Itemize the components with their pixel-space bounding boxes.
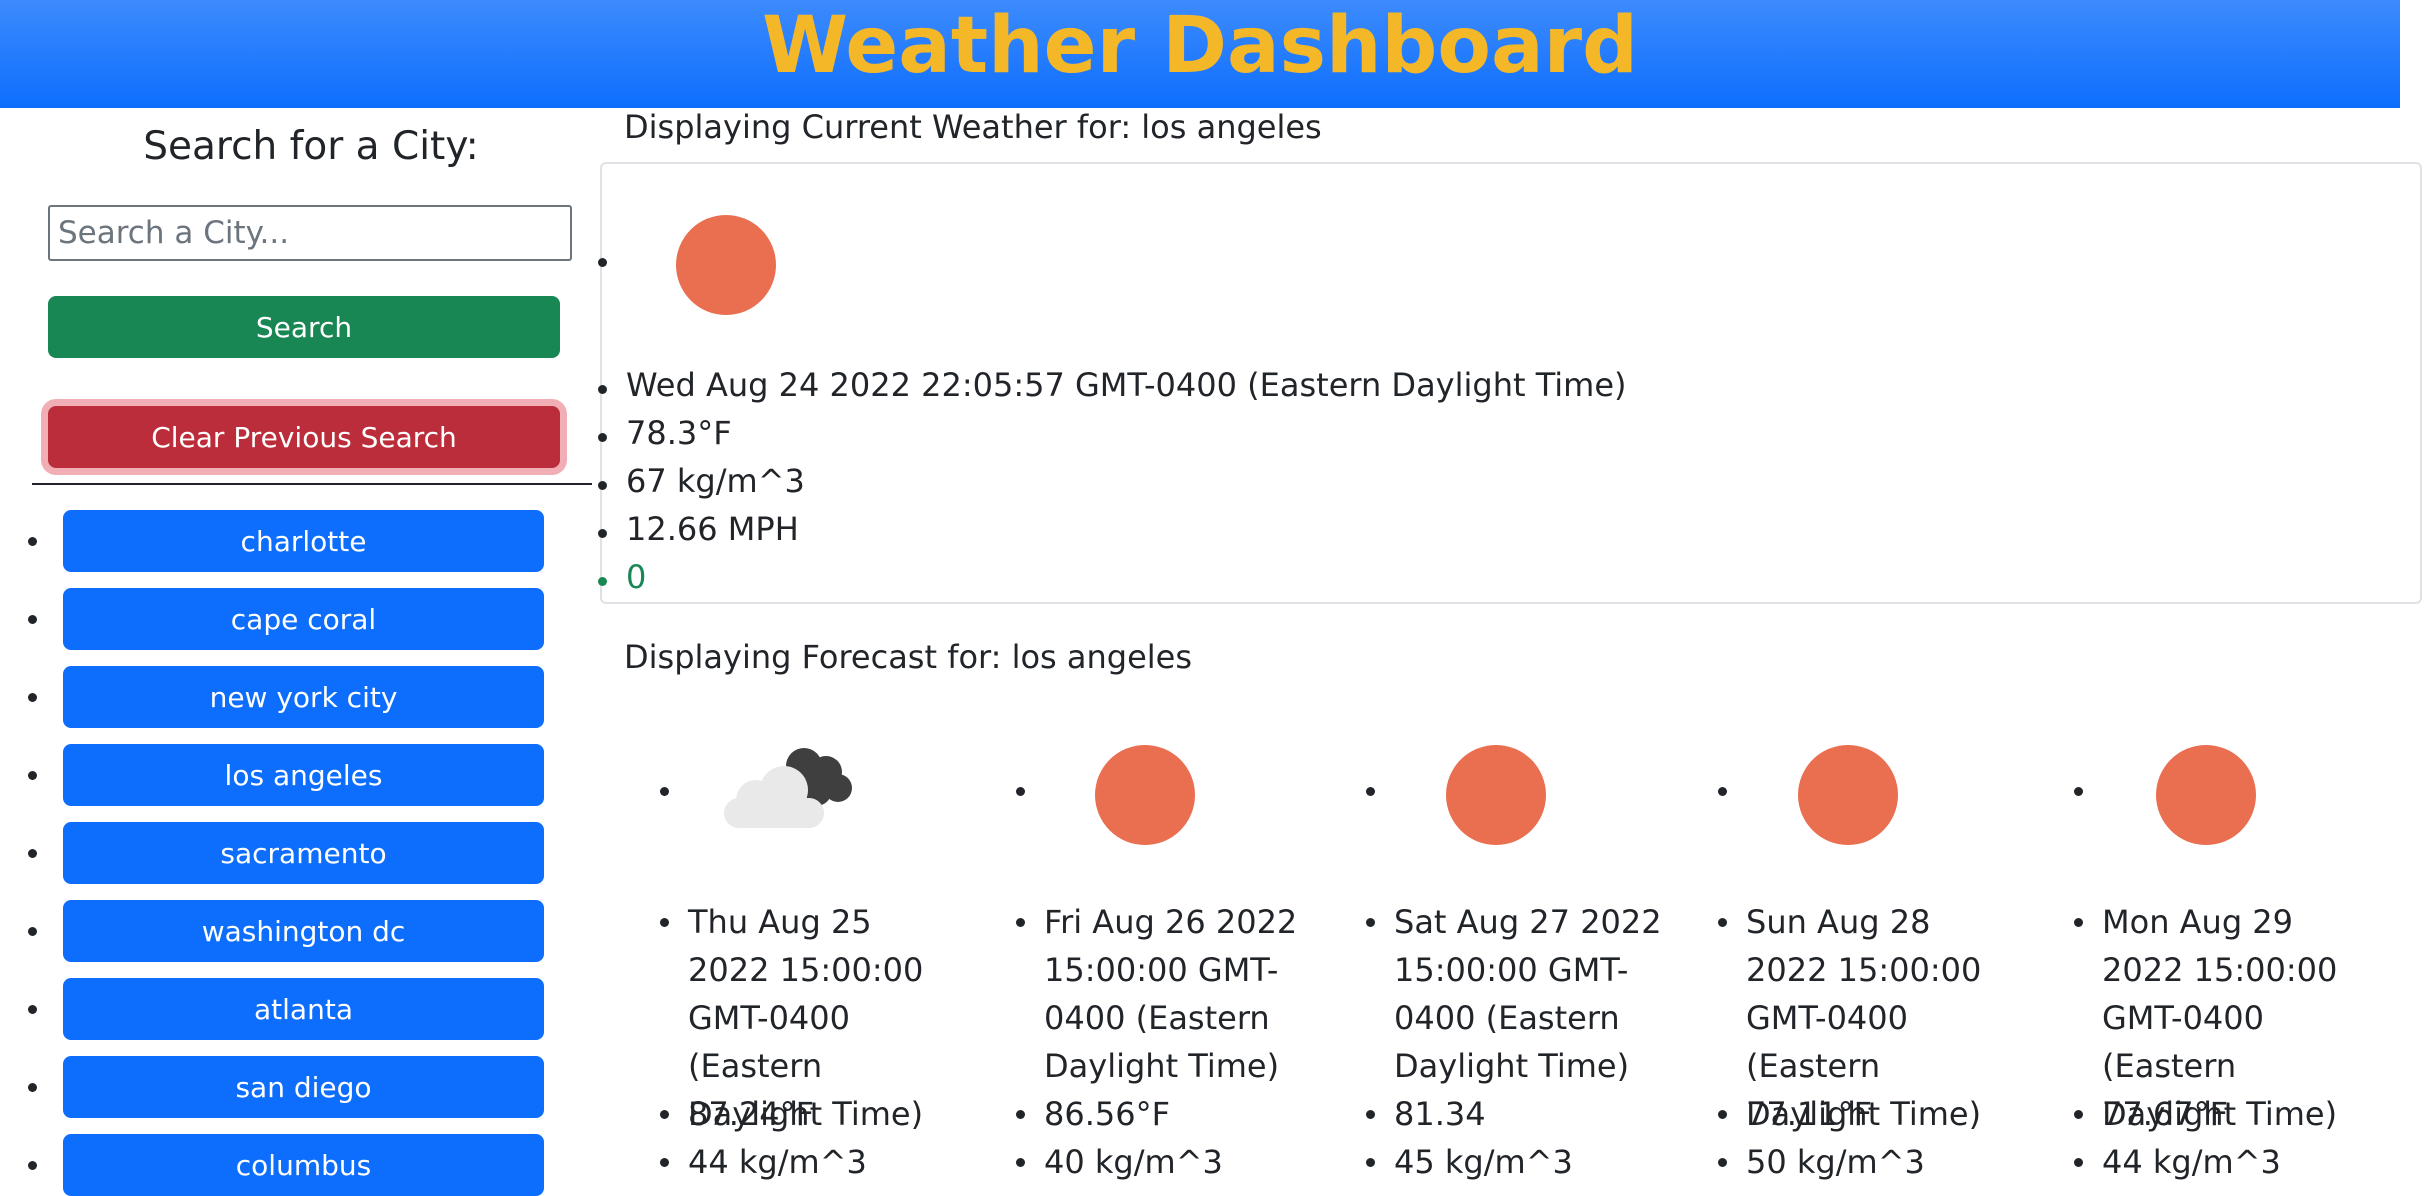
history-item: charlotte: [0, 510, 560, 572]
list-bullet: [28, 927, 37, 936]
history-city-button[interactable]: atlanta: [63, 978, 544, 1040]
search-title: Search for a City:: [143, 124, 479, 169]
list-bullet: [598, 529, 607, 538]
current-uv-index: 0: [626, 558, 647, 596]
current-wind: 12.66 MPH: [626, 510, 799, 548]
sun-icon: [676, 215, 776, 315]
header-banner: Weather Dashboard: [0, 0, 2400, 108]
list-bullet: [598, 258, 607, 267]
forecast-date: Sat Aug 27 2022 15:00:00 GMT-0400 (Easte…: [1394, 903, 1662, 1085]
history-item: columbus: [0, 1134, 560, 1196]
history-item: los angeles: [0, 744, 560, 806]
list-bullet: [2074, 918, 2083, 927]
history-city-button[interactable]: columbus: [63, 1134, 544, 1196]
search-button[interactable]: Search: [48, 296, 560, 358]
list-bullet: [28, 1161, 37, 1170]
sun-icon: [2156, 745, 2256, 845]
list-bullet: [1366, 787, 1375, 796]
sun-icon: [1095, 745, 1195, 845]
current-temperature: 78.3°F: [626, 414, 732, 452]
search-input[interactable]: [48, 205, 572, 261]
forecast-heading: Displaying Forecast for: los angeles: [624, 638, 1193, 676]
history-item: washington dc: [0, 900, 560, 962]
forecast-humidity: 44 kg/m^3: [2102, 1143, 2281, 1181]
current-humidity: 67 kg/m^3: [626, 462, 805, 500]
list-bullet: [28, 615, 37, 624]
list-bullet: [1016, 918, 1025, 927]
list-bullet: [1366, 1158, 1375, 1167]
list-bullet: [28, 537, 37, 546]
history-item: cape coral: [0, 588, 560, 650]
list-bullet: [1718, 1158, 1727, 1167]
forecast-temperature: 77.67°F: [2102, 1095, 2229, 1133]
history-item: sacramento: [0, 822, 560, 884]
list-bullet: [598, 481, 607, 490]
history-city-button[interactable]: cape coral: [63, 588, 544, 650]
list-bullet: [660, 1110, 669, 1119]
history-city-button[interactable]: los angeles: [63, 744, 544, 806]
current-weather-heading: Displaying Current Weather for: los ange…: [624, 108, 1322, 146]
forecast-temperature: 87.24°F: [688, 1095, 815, 1133]
history-city-button[interactable]: new york city: [63, 666, 544, 728]
list-bullet: [598, 385, 607, 394]
sun-icon: [1446, 745, 1546, 845]
page-title: Weather Dashboard: [762, 1, 1638, 91]
history-city-button[interactable]: charlotte: [63, 510, 544, 572]
list-bullet: [1366, 918, 1375, 927]
list-bullet: [28, 849, 37, 858]
history-city-button[interactable]: washington dc: [63, 900, 544, 962]
forecast-temperature: 86.56°F: [1044, 1095, 1171, 1133]
list-bullet: [1016, 787, 1025, 796]
list-bullet: [28, 693, 37, 702]
list-bullet: [598, 577, 607, 586]
list-bullet: [2074, 1158, 2083, 1167]
list-bullet: [660, 1158, 669, 1167]
list-bullet: [28, 1005, 37, 1014]
history-item: new york city: [0, 666, 560, 728]
list-bullet: [1366, 1110, 1375, 1119]
list-bullet: [598, 433, 607, 442]
current-date: Wed Aug 24 2022 22:05:57 GMT-0400 (Easte…: [626, 366, 1627, 404]
history-city-button[interactable]: sacramento: [63, 822, 544, 884]
divider: [32, 483, 592, 485]
list-bullet: [1718, 1110, 1727, 1119]
forecast-humidity: 40 kg/m^3: [1044, 1143, 1223, 1181]
list-bullet: [660, 918, 669, 927]
list-bullet: [1718, 787, 1727, 796]
forecast-humidity: 44 kg/m^3: [688, 1143, 867, 1181]
cloud-icon: [724, 748, 852, 828]
forecast-temperature: 77.11°F: [1746, 1095, 1873, 1133]
list-bullet: [1718, 918, 1727, 927]
list-bullet: [1016, 1158, 1025, 1167]
forecast-humidity: 50 kg/m^3: [1746, 1143, 1925, 1181]
history-item: atlanta: [0, 978, 560, 1040]
forecast-humidity: 45 kg/m^3: [1394, 1143, 1573, 1181]
list-bullet: [2074, 1110, 2083, 1119]
list-bullet: [660, 787, 669, 796]
clear-history-button[interactable]: Clear Previous Search: [48, 406, 560, 468]
history-city-button[interactable]: san diego: [63, 1056, 544, 1118]
list-bullet: [2074, 787, 2083, 796]
history-item: san diego: [0, 1056, 560, 1118]
list-bullet: [28, 771, 37, 780]
forecast-date: Fri Aug 26 2022 15:00:00 GMT-0400 (Easte…: [1044, 903, 1298, 1085]
list-bullet: [28, 1083, 37, 1092]
sun-icon: [1798, 745, 1898, 845]
forecast-temperature: 81.34: [1394, 1095, 1486, 1133]
list-bullet: [1016, 1110, 1025, 1119]
